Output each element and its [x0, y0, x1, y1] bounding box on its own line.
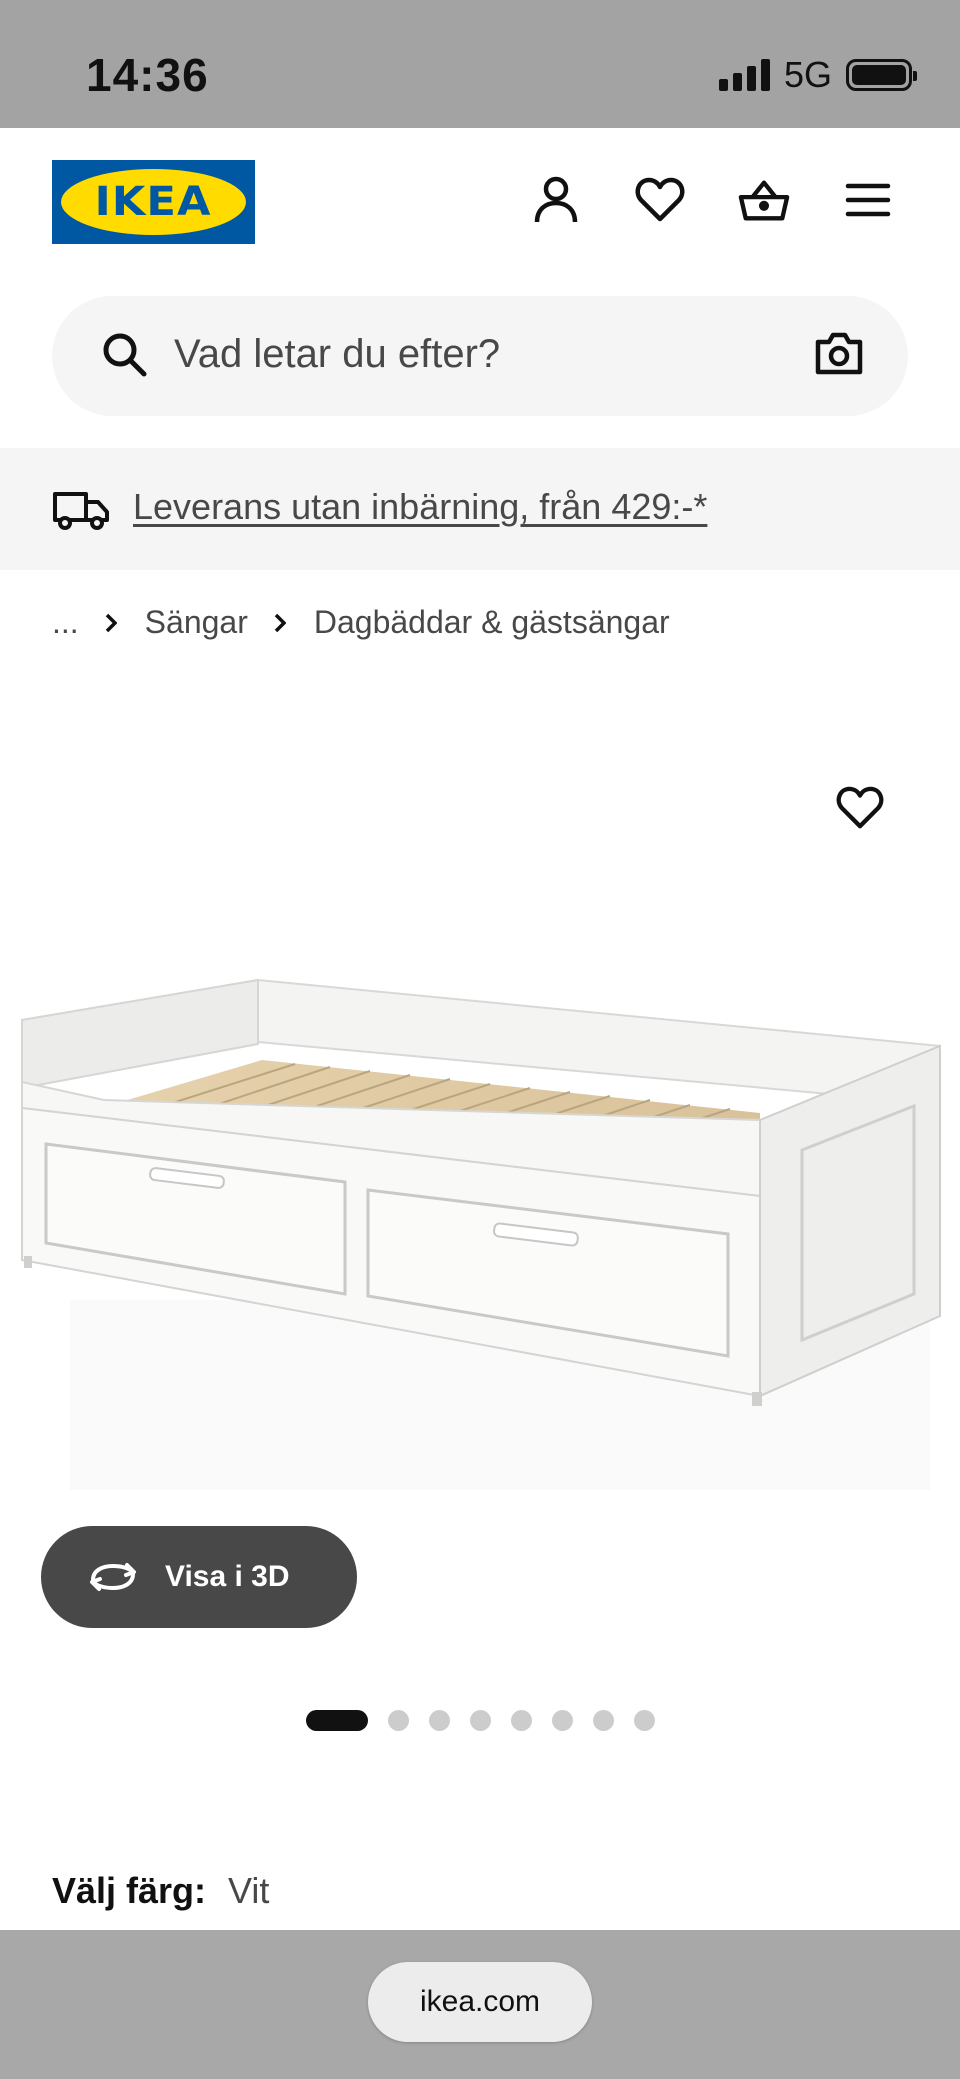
logo-text: IKEA: [95, 179, 212, 225]
address-bar[interactable]: ikea.com: [368, 1962, 592, 2042]
breadcrumb-item-beds[interactable]: Sängar: [145, 604, 248, 641]
carousel-dot-7[interactable]: [593, 1710, 614, 1731]
carousel-dot-1[interactable]: [306, 1710, 368, 1731]
chevron-right-icon: [105, 613, 117, 633]
search-icon: [100, 330, 148, 383]
status-indicators: 5G: [718, 52, 917, 98]
delivery-banner: Leverans utan inbärning, från 429:-*: [0, 448, 960, 570]
color-selector[interactable]: Välj färg: Vit: [52, 1870, 269, 1912]
ikea-logo[interactable]: IKEA: [52, 160, 255, 244]
site-header: IKEA: [0, 128, 960, 288]
heart-icon[interactable]: [634, 174, 686, 226]
search-input[interactable]: Vad letar du efter?: [52, 296, 908, 416]
product-favorite-icon[interactable]: [836, 786, 884, 835]
carousel-dot-3[interactable]: [429, 1710, 450, 1731]
view-3d-button[interactable]: Visa i 3D: [41, 1526, 357, 1628]
account-icon[interactable]: [530, 174, 582, 226]
product-image[interactable]: [0, 960, 960, 1500]
basket-icon[interactable]: [738, 174, 790, 226]
color-label: Välj färg:: [52, 1870, 207, 1911]
carousel-dot-2[interactable]: [388, 1710, 409, 1731]
truck-icon: [52, 488, 110, 537]
carousel-indicator: [306, 1710, 655, 1731]
carousel-dot-8[interactable]: [634, 1710, 655, 1731]
header-actions: [530, 174, 894, 226]
signal-icon: [718, 59, 770, 91]
breadcrumb: ... Sängar Dagbäddar & gästsängar: [52, 604, 670, 641]
status-time: 14:36: [86, 49, 209, 101]
status-bar: 14:36 5G: [0, 0, 960, 128]
camera-icon[interactable]: [814, 330, 864, 381]
chevron-right-icon: [274, 613, 286, 633]
breadcrumb-item-daybeds[interactable]: Dagbäddar & gästsängar: [314, 604, 670, 641]
menu-icon[interactable]: [842, 174, 894, 226]
view-3d-label: Visa i 3D: [165, 1560, 290, 1593]
delivery-link[interactable]: Leverans utan inbärning, från 429:-*: [133, 486, 707, 528]
browser-toolbar: ikea.com: [0, 1930, 960, 2079]
breadcrumb-ellipsis[interactable]: ...: [52, 604, 79, 641]
color-value: Vit: [228, 1870, 270, 1911]
network-type: 5G: [783, 54, 832, 95]
battery-icon: [846, 59, 917, 91]
carousel-dot-4[interactable]: [470, 1710, 491, 1731]
rotate-3d-icon: [87, 1560, 139, 1594]
carousel-dot-6[interactable]: [552, 1710, 573, 1731]
search-placeholder: Vad letar du efter?: [174, 332, 501, 376]
logo-ellipse: IKEA: [61, 169, 246, 235]
carousel-dot-5[interactable]: [511, 1710, 532, 1731]
